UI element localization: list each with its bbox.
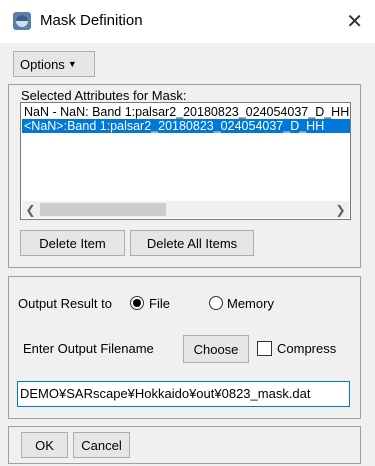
output-filename-input[interactable]: DEMO¥SARscape¥Hokkaido¥out¥0823_mask.dat bbox=[17, 381, 350, 407]
output-filename-label: Enter Output Filename bbox=[23, 341, 154, 356]
choose-button[interactable]: Choose bbox=[183, 335, 249, 363]
compress-checkbox[interactable] bbox=[257, 341, 272, 356]
compress-label[interactable]: Compress bbox=[277, 341, 336, 356]
dialog-body: Options ▼ Selected Attributes for Mask: … bbox=[0, 43, 375, 466]
list-item-selected[interactable]: <NaN>:Band 1:palsar2_20180823_024054037_… bbox=[22, 119, 350, 133]
delete-all-items-button[interactable]: Delete All Items bbox=[130, 230, 254, 256]
attributes-listbox[interactable]: NaN - NaN: Band 1:palsar2_20180823_02405… bbox=[20, 102, 351, 220]
dropdown-arrow-icon: ▼ bbox=[67, 59, 77, 69]
cancel-button[interactable]: Cancel bbox=[73, 432, 130, 458]
options-menu-button[interactable]: Options ▼ bbox=[13, 51, 95, 77]
scroll-left-icon[interactable]: ❮ bbox=[22, 201, 39, 218]
output-panel: Output Result to File Memory Enter Outpu… bbox=[8, 276, 361, 419]
app-icon bbox=[13, 12, 31, 30]
scroll-right-icon[interactable]: ❯ bbox=[332, 201, 349, 218]
title-bar: Mask Definition ✕ bbox=[0, 0, 375, 43]
file-radio-label[interactable]: File bbox=[149, 296, 170, 311]
memory-radio-label[interactable]: Memory bbox=[227, 296, 274, 311]
horizontal-scrollbar[interactable]: ❮ ❯ bbox=[22, 201, 349, 218]
attributes-panel: Selected Attributes for Mask: NaN - NaN:… bbox=[8, 84, 361, 268]
scroll-thumb[interactable] bbox=[40, 203, 166, 216]
ok-button[interactable]: OK bbox=[21, 432, 68, 458]
output-result-label: Output Result to bbox=[18, 296, 112, 311]
footer-panel: OK Cancel bbox=[8, 426, 361, 464]
file-radio[interactable] bbox=[130, 296, 144, 310]
options-label: Options bbox=[20, 56, 65, 72]
selected-attributes-label: Selected Attributes for Mask: bbox=[21, 88, 187, 103]
close-icon[interactable]: ✕ bbox=[346, 9, 363, 33]
window-title: Mask Definition bbox=[40, 12, 143, 29]
list-item[interactable]: NaN - NaN: Band 1:palsar2_20180823_02405… bbox=[22, 105, 350, 119]
memory-radio[interactable] bbox=[209, 296, 223, 310]
delete-item-button[interactable]: Delete Item bbox=[20, 230, 125, 256]
